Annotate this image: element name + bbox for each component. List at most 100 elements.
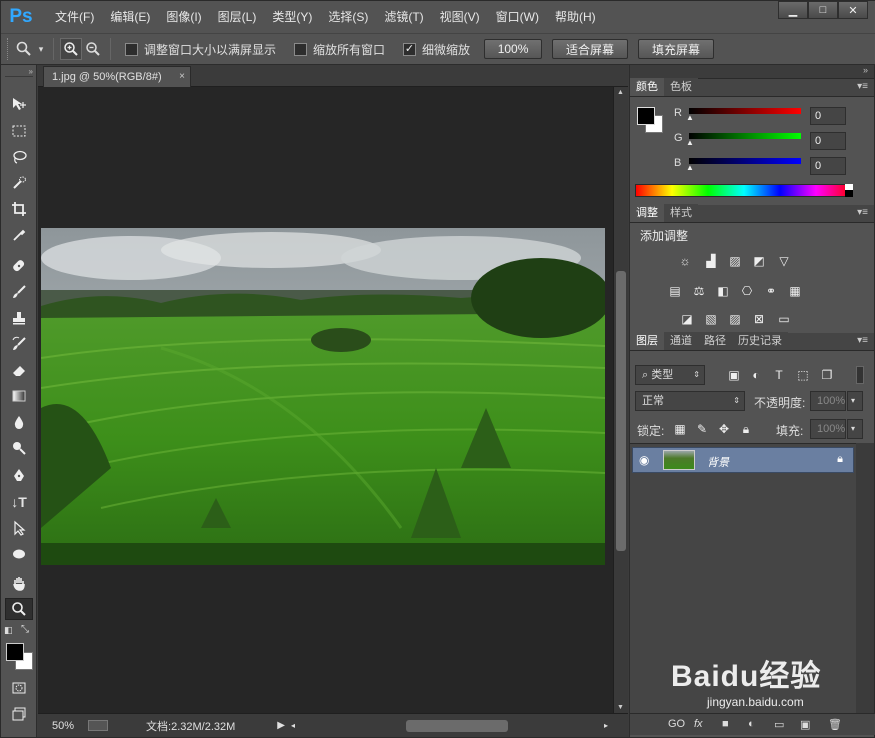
checkbox-box[interactable] (125, 42, 138, 56)
toolbox-collapse-icon[interactable]: » (5, 67, 33, 77)
vertical-scrollbar[interactable]: ▲ ▼ (613, 87, 628, 713)
zoom-tool-icon[interactable] (5, 598, 33, 620)
tab-paths[interactable]: 路径 (698, 332, 732, 350)
actual-pixels-button[interactable]: 100% (484, 39, 543, 59)
filter-shape-icon[interactable]: ⬚ (795, 368, 811, 382)
tab-adjustments[interactable]: 调整 (630, 204, 664, 222)
scroll-right-icon[interactable]: ▸ (604, 721, 608, 730)
menu-view[interactable]: 视图(V) (432, 1, 488, 33)
swap-colors-icon[interactable]: ⤡ (21, 624, 29, 635)
eyedropper-tool-icon[interactable] (5, 224, 33, 246)
layers-scrollbar[interactable] (856, 443, 874, 713)
posterize-icon[interactable]: ▧ (703, 312, 719, 326)
document-tab[interactable]: 1.jpg @ 50%(RGB/8#) × (43, 66, 191, 87)
panel-menu-icon[interactable]: ▾≡ (857, 335, 868, 346)
green-slider[interactable] (689, 133, 801, 139)
ellipse-tool-icon[interactable] (5, 543, 33, 565)
tab-swatches[interactable]: 色板 (664, 78, 698, 96)
path-selection-tool-icon[interactable] (5, 517, 33, 539)
color-spectrum-ramp[interactable] (635, 184, 853, 197)
color-lookup-icon[interactable]: ▦ (787, 284, 803, 298)
green-value-field[interactable]: 0 (810, 132, 846, 150)
new-layer-icon[interactable]: ▣ (800, 718, 810, 731)
fill-dropdown-icon[interactable]: ▾ (847, 419, 863, 439)
color-balance-icon[interactable]: ⚖ (691, 284, 707, 298)
menu-type[interactable]: 类型(Y) (264, 1, 320, 33)
zoom-out-icon[interactable] (82, 38, 104, 60)
vertical-scroll-thumb[interactable] (616, 271, 626, 551)
menu-window[interactable]: 窗口(W) (488, 1, 547, 33)
layer-filter-kind-select[interactable]: ⌕ 类型 ⇕ (635, 365, 705, 385)
dodge-tool-icon[interactable] (5, 437, 33, 459)
fx-icon[interactable]: fx (694, 718, 703, 730)
healing-brush-tool-icon[interactable] (5, 255, 33, 277)
blue-slider[interactable] (689, 158, 801, 164)
blue-slider-handle-icon[interactable]: ▲ (686, 163, 694, 172)
close-button[interactable]: ✕ (838, 1, 868, 19)
gradient-map-icon[interactable]: ▭ (776, 312, 792, 326)
minimize-button[interactable]: ▁ (778, 1, 808, 19)
brightness-contrast-icon[interactable]: ☼ (677, 254, 693, 268)
filter-smart-object-icon[interactable]: ❐ (819, 368, 835, 382)
visibility-eye-icon[interactable]: ◉ (639, 453, 649, 467)
hue-saturation-icon[interactable]: ▤ (667, 284, 683, 298)
tab-history[interactable]: 历史记录 (732, 332, 788, 350)
threshold-icon[interactable]: ▨ (727, 312, 743, 326)
red-value-field[interactable]: 0 (810, 107, 846, 125)
panel-menu-icon[interactable]: ▾≡ (857, 207, 868, 218)
filter-toggle[interactable] (856, 366, 864, 384)
screen-mode-icon[interactable] (5, 703, 33, 725)
marquee-tool-icon[interactable] (5, 120, 33, 142)
image-canvas[interactable] (41, 228, 605, 565)
scroll-down-icon[interactable]: ▼ (617, 704, 624, 711)
fit-screen-button[interactable]: 适合屏幕 (552, 39, 629, 59)
menu-edit[interactable]: 编辑(E) (102, 1, 158, 33)
menu-select[interactable]: 选择(S) (320, 1, 376, 33)
panel-menu-icon[interactable]: ▾≡ (857, 81, 868, 92)
photo-filter-icon[interactable]: ⎔ (739, 284, 755, 298)
opacity-dropdown-icon[interactable]: ▾ (847, 391, 863, 411)
default-colors-icon[interactable]: ◧ (4, 625, 13, 636)
scroll-left-icon[interactable]: ◂ (291, 721, 295, 730)
new-adjustment-layer-icon[interactable]: ◐ (748, 718, 755, 730)
layer-thumbnail[interactable] (663, 450, 695, 470)
blue-value-field[interactable]: 0 (810, 157, 846, 175)
tab-channels[interactable]: 通道 (664, 332, 698, 350)
selective-color-icon[interactable]: ⊠ (751, 312, 767, 326)
curves-icon[interactable]: ▨ (727, 254, 743, 268)
zoom-all-windows-checkbox[interactable]: 缩放所有窗口 (294, 41, 385, 58)
exposure-icon[interactable]: ◩ (751, 254, 767, 268)
invert-icon[interactable]: ◪ (679, 312, 695, 326)
horizontal-scroll-thumb[interactable] (406, 720, 508, 732)
lasso-tool-icon[interactable] (5, 146, 33, 168)
fill-field[interactable]: 100% (810, 419, 846, 439)
opacity-field[interactable]: 100% (810, 391, 846, 411)
red-slider[interactable] (689, 108, 801, 114)
filter-type-icon[interactable]: T (771, 368, 787, 382)
lock-transparent-icon[interactable]: ▦ (672, 422, 688, 436)
scrubby-zoom-checkbox[interactable]: ✓ 细微缩放 (403, 41, 470, 58)
zoom-level[interactable]: 50% (52, 720, 74, 732)
foreground-color-swatch[interactable] (6, 643, 24, 661)
history-brush-tool-icon[interactable] (5, 333, 33, 355)
channel-mixer-icon[interactable]: ⚭ (763, 284, 779, 298)
lock-position-icon[interactable]: ✥ (716, 422, 732, 436)
filter-pixel-icon[interactable]: ▣ (726, 368, 742, 382)
type-tool-icon[interactable]: ↓T (5, 491, 33, 513)
menu-file[interactable]: 文件(F) (47, 1, 102, 33)
preset-dropdown-icon[interactable]: ▾ (35, 38, 47, 60)
filter-adjustment-icon[interactable]: ◐ (748, 368, 764, 382)
move-tool-icon[interactable] (5, 93, 33, 115)
red-slider-handle-icon[interactable]: ▲ (686, 113, 694, 122)
close-tab-icon[interactable]: × (179, 71, 185, 82)
menu-help[interactable]: 帮助(H) (547, 1, 604, 33)
dock-expand-icon[interactable]: » (863, 65, 868, 75)
lock-all-icon[interactable]: 🔒︎ (738, 422, 754, 436)
vibrance-icon[interactable]: ▽ (776, 254, 792, 268)
tab-styles[interactable]: 样式 (664, 204, 698, 222)
tab-color[interactable]: 颜色 (630, 78, 664, 96)
pen-tool-icon[interactable] (5, 465, 33, 487)
lock-image-icon[interactable]: ✎ (694, 422, 710, 436)
maximize-button[interactable]: □ (808, 1, 838, 19)
scroll-up-icon[interactable]: ▲ (617, 89, 624, 96)
